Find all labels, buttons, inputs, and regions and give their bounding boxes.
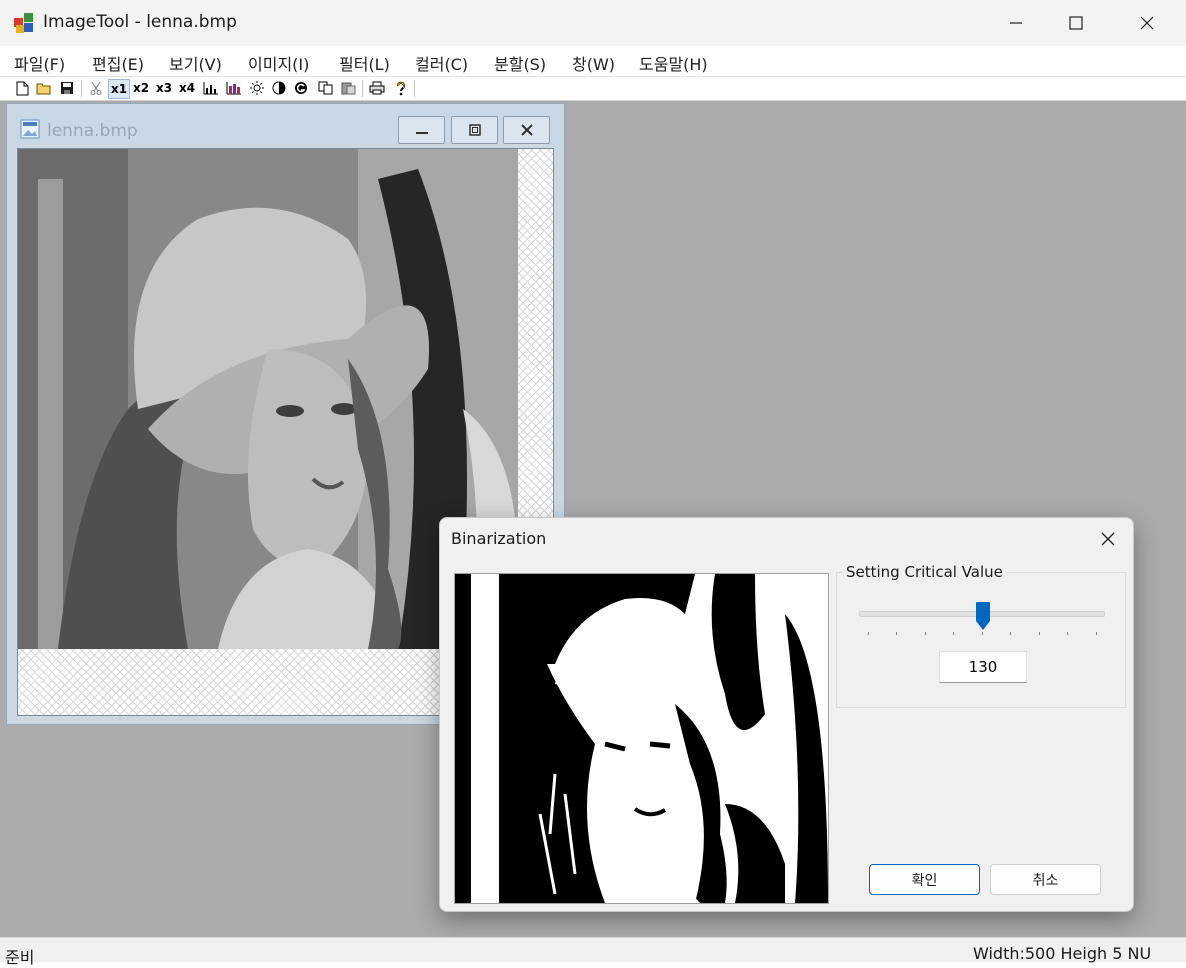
open-folder-icon	[36, 83, 51, 95]
gamma-icon	[295, 82, 307, 94]
close-icon	[1140, 16, 1154, 30]
cancel-button[interactable]: 취소	[990, 864, 1101, 895]
contrast-button[interactable]	[270, 79, 288, 97]
ok-button[interactable]: 확인	[869, 864, 980, 895]
menu-help[interactable]: 도움말(H)	[639, 51, 708, 75]
paste-icon	[341, 82, 355, 95]
app-title: ImageTool - lenna.bmp	[43, 12, 237, 32]
sun-icon	[250, 81, 264, 95]
maximize-button[interactable]	[1041, 0, 1111, 46]
group-label: Setting Critical Value	[843, 563, 1006, 581]
menu-file[interactable]: 파일(F)	[14, 51, 65, 75]
color-histogram-button[interactable]	[224, 79, 244, 97]
status-bar: 준비 Width:500 Heigh 5 NU	[0, 937, 1186, 967]
slider-tick	[868, 632, 869, 635]
print-button[interactable]	[368, 79, 386, 97]
slider-tick	[982, 632, 983, 635]
slider-tick	[1010, 632, 1011, 635]
zoom-x3-button[interactable]: x3	[154, 79, 174, 97]
status-ready-text: 준비	[5, 948, 35, 967]
minimize-icon	[415, 132, 428, 134]
threshold-value-field[interactable]: 130	[939, 651, 1027, 683]
brightness-button[interactable]	[248, 79, 266, 97]
save-icon	[61, 82, 73, 94]
scissors-icon	[90, 81, 102, 95]
slider-tick	[896, 632, 897, 635]
printer-icon	[369, 81, 385, 95]
status-image-info: Width:500 Heigh 5 NU	[973, 944, 1152, 963]
imagetool-app-icon	[14, 13, 33, 33]
help-button[interactable]	[392, 79, 410, 97]
slider-tick	[925, 632, 926, 635]
toolbar-separator	[414, 80, 415, 97]
dialog-controls-layer: Setting Critical Value 130 확인 취소	[439, 517, 1134, 912]
minimize-icon	[1010, 22, 1022, 24]
close-button[interactable]	[1112, 0, 1182, 46]
menu-filter[interactable]: 필터(L)	[339, 51, 390, 75]
maximize-icon	[468, 124, 481, 136]
histogram-icon	[203, 82, 218, 95]
gamma-button[interactable]	[292, 79, 310, 97]
contrast-icon	[272, 81, 286, 95]
menu-image[interactable]: 이미지(I)	[248, 51, 309, 75]
zoom-x2-button[interactable]: x2	[131, 79, 151, 97]
slider-tick	[1067, 632, 1068, 635]
new-file-icon	[16, 81, 28, 95]
child-close-button[interactable]	[503, 116, 550, 144]
maximize-icon	[1069, 16, 1083, 30]
zoom-x1-button[interactable]: x1	[108, 79, 130, 99]
toolbar-separator	[81, 80, 82, 97]
histogram-button[interactable]	[201, 79, 221, 97]
toolbar-separator	[362, 80, 363, 97]
title-bar: ImageTool - lenna.bmp	[0, 0, 1186, 46]
paste-button[interactable]	[339, 79, 357, 97]
help-question-icon	[397, 81, 405, 95]
menu-edit[interactable]: 편집(E)	[92, 51, 144, 75]
child-window-title: lenna.bmp	[47, 121, 138, 141]
open-file-button[interactable]	[35, 79, 53, 97]
menu-window[interactable]: 창(W)	[572, 51, 615, 75]
close-icon	[520, 124, 533, 136]
copy-icon	[318, 81, 332, 95]
copy-button[interactable]	[316, 79, 334, 97]
toolbar: x1 x2 x3 x4	[0, 77, 1186, 101]
slider-tick	[1039, 632, 1040, 635]
child-maximize-button[interactable]	[451, 116, 498, 144]
menu-bar: 파일(F) 편집(E) 보기(V) 이미지(I) 필터(L) 컬러(C) 분할(…	[0, 46, 1186, 77]
menu-color[interactable]: 컬러(C)	[415, 51, 468, 75]
menu-segment[interactable]: 분할(S)	[494, 51, 546, 75]
menu-view[interactable]: 보기(V)	[169, 51, 222, 75]
child-minimize-button[interactable]	[398, 116, 445, 144]
cut-button[interactable]	[87, 79, 105, 97]
document-image-icon	[20, 119, 40, 139]
slider-tick	[953, 632, 954, 635]
slider-tick	[1096, 632, 1097, 635]
new-file-button[interactable]	[13, 79, 31, 97]
save-button[interactable]	[58, 79, 76, 97]
threshold-slider-thumb[interactable]	[975, 601, 991, 631]
zoom-x4-button[interactable]: x4	[177, 79, 197, 97]
color-histogram-icon	[226, 82, 241, 95]
